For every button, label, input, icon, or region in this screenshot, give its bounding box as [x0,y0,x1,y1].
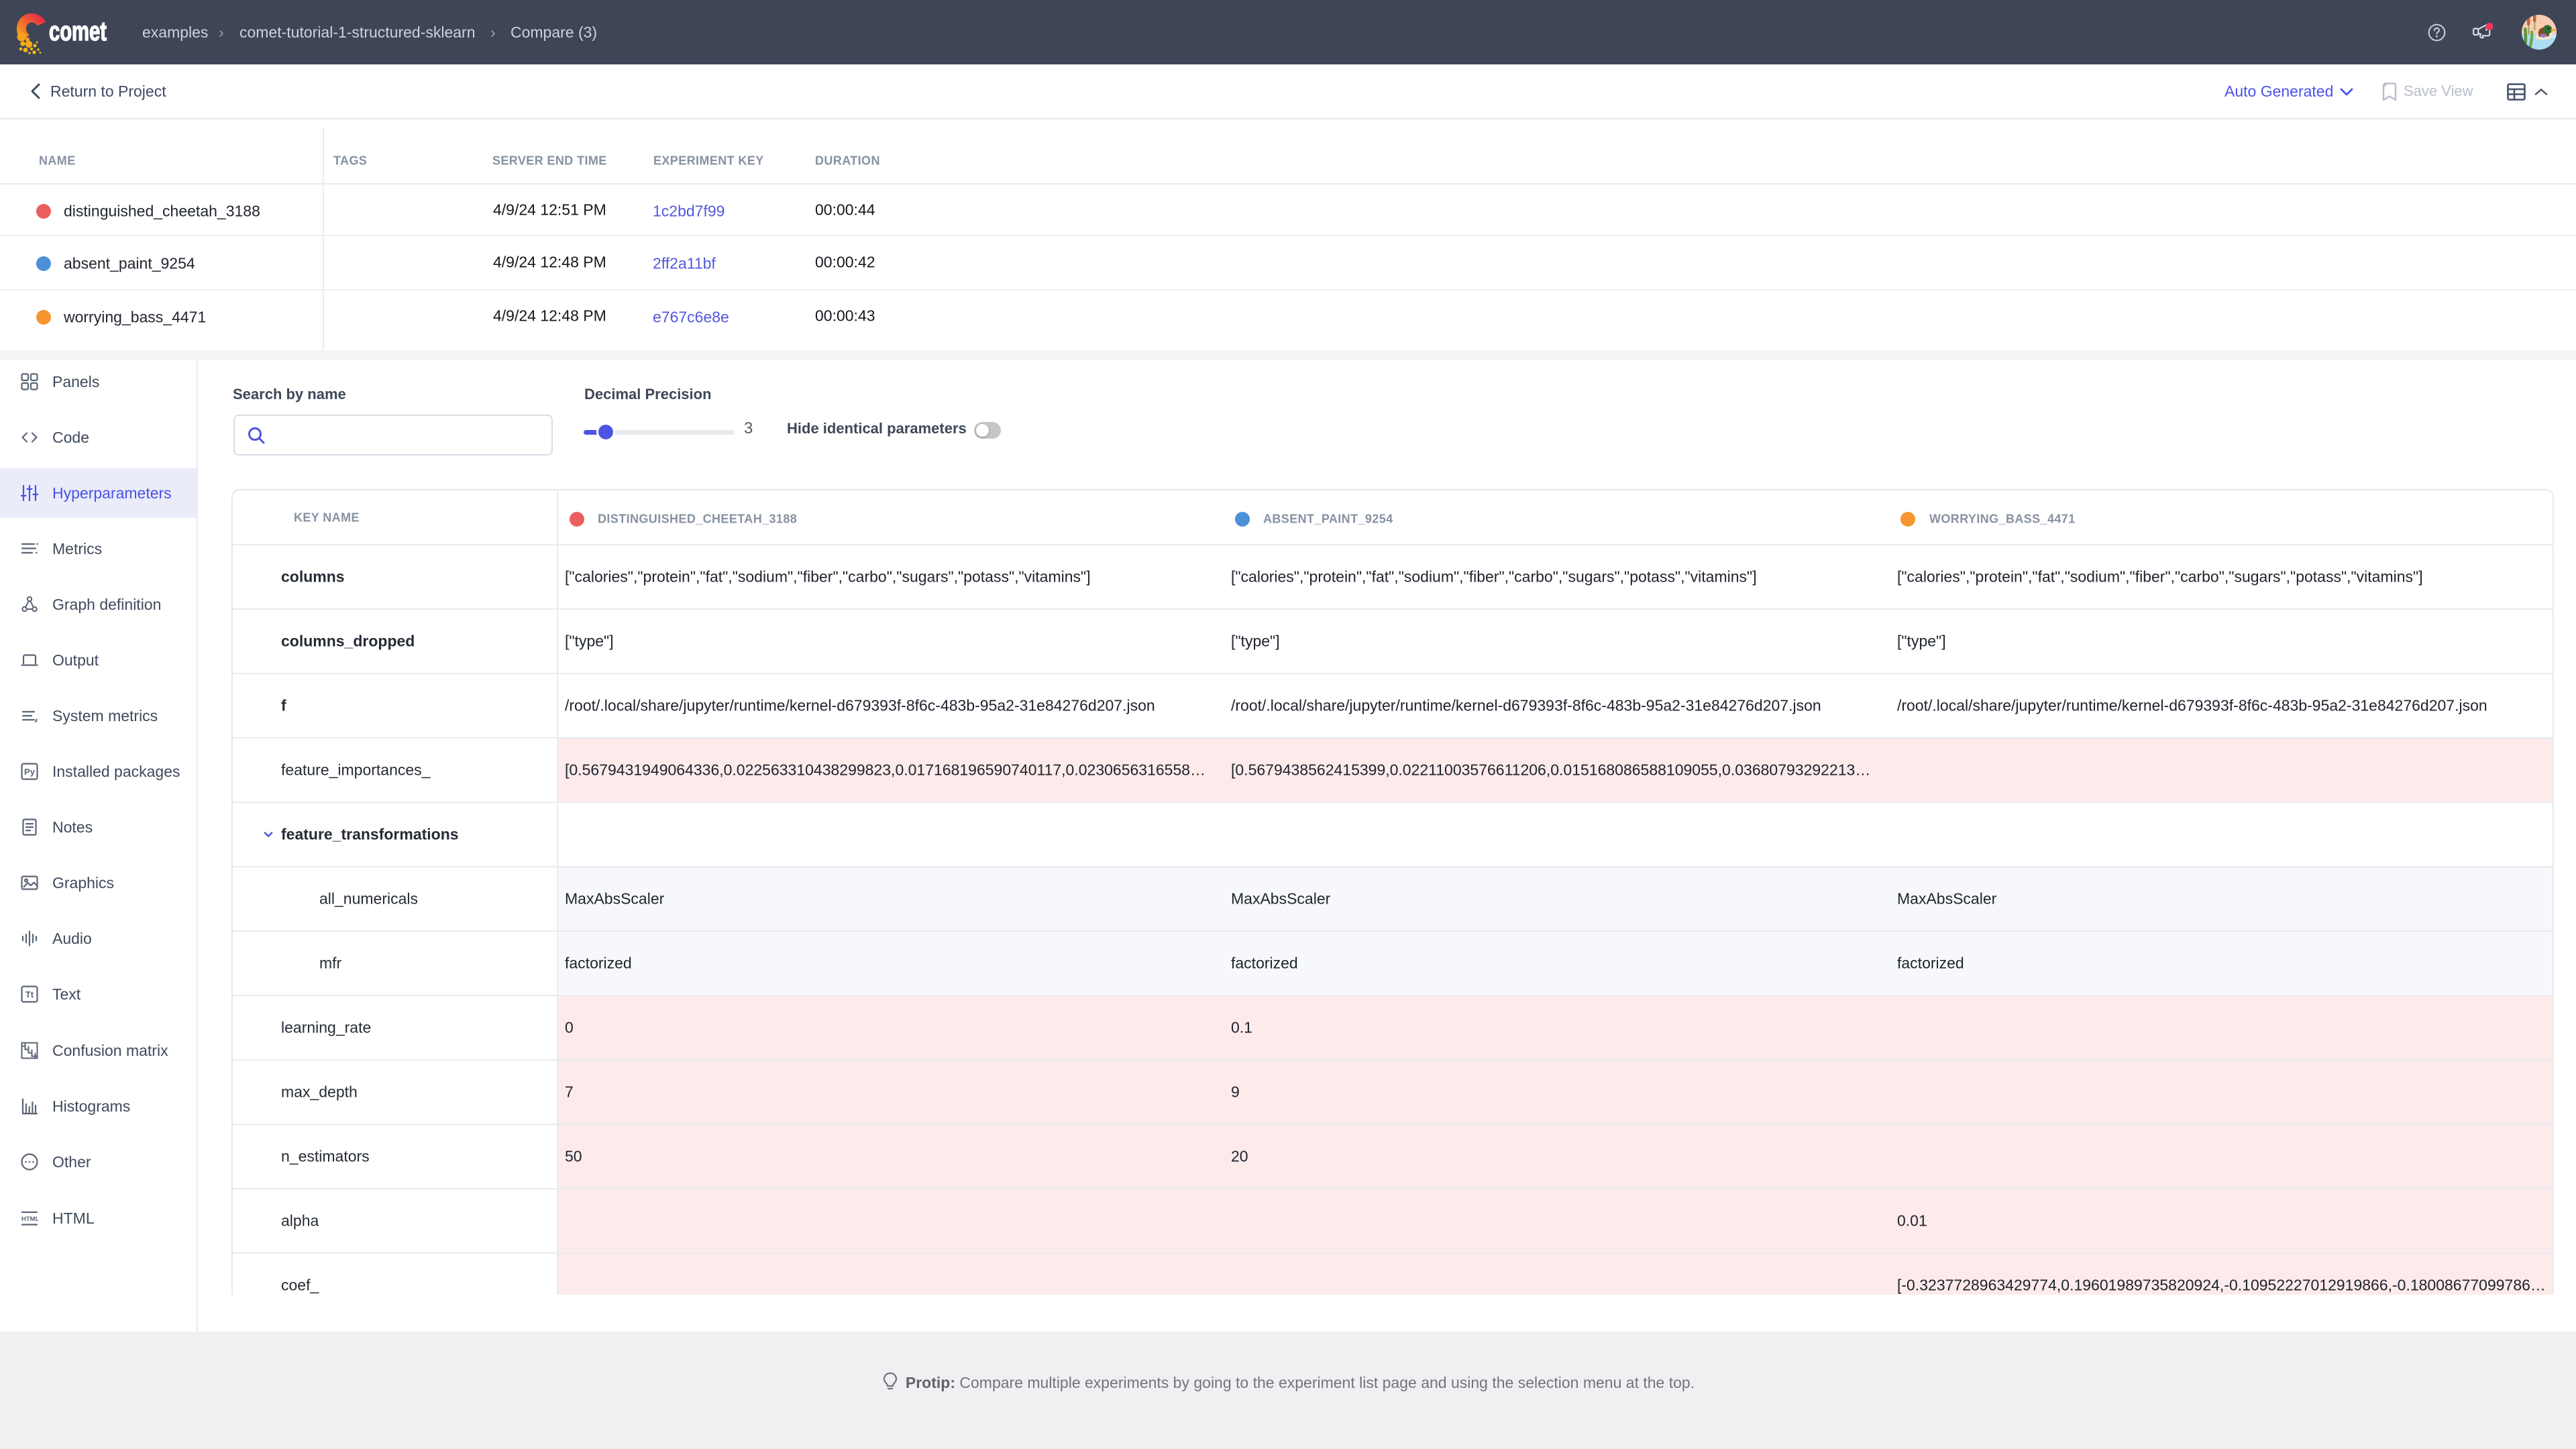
svg-text:Tt: Tt [25,989,34,1000]
svg-text:comet: comet [49,17,107,47]
svg-text:HTML: HTML [21,1216,38,1223]
svg-text:Py: Py [24,767,36,777]
